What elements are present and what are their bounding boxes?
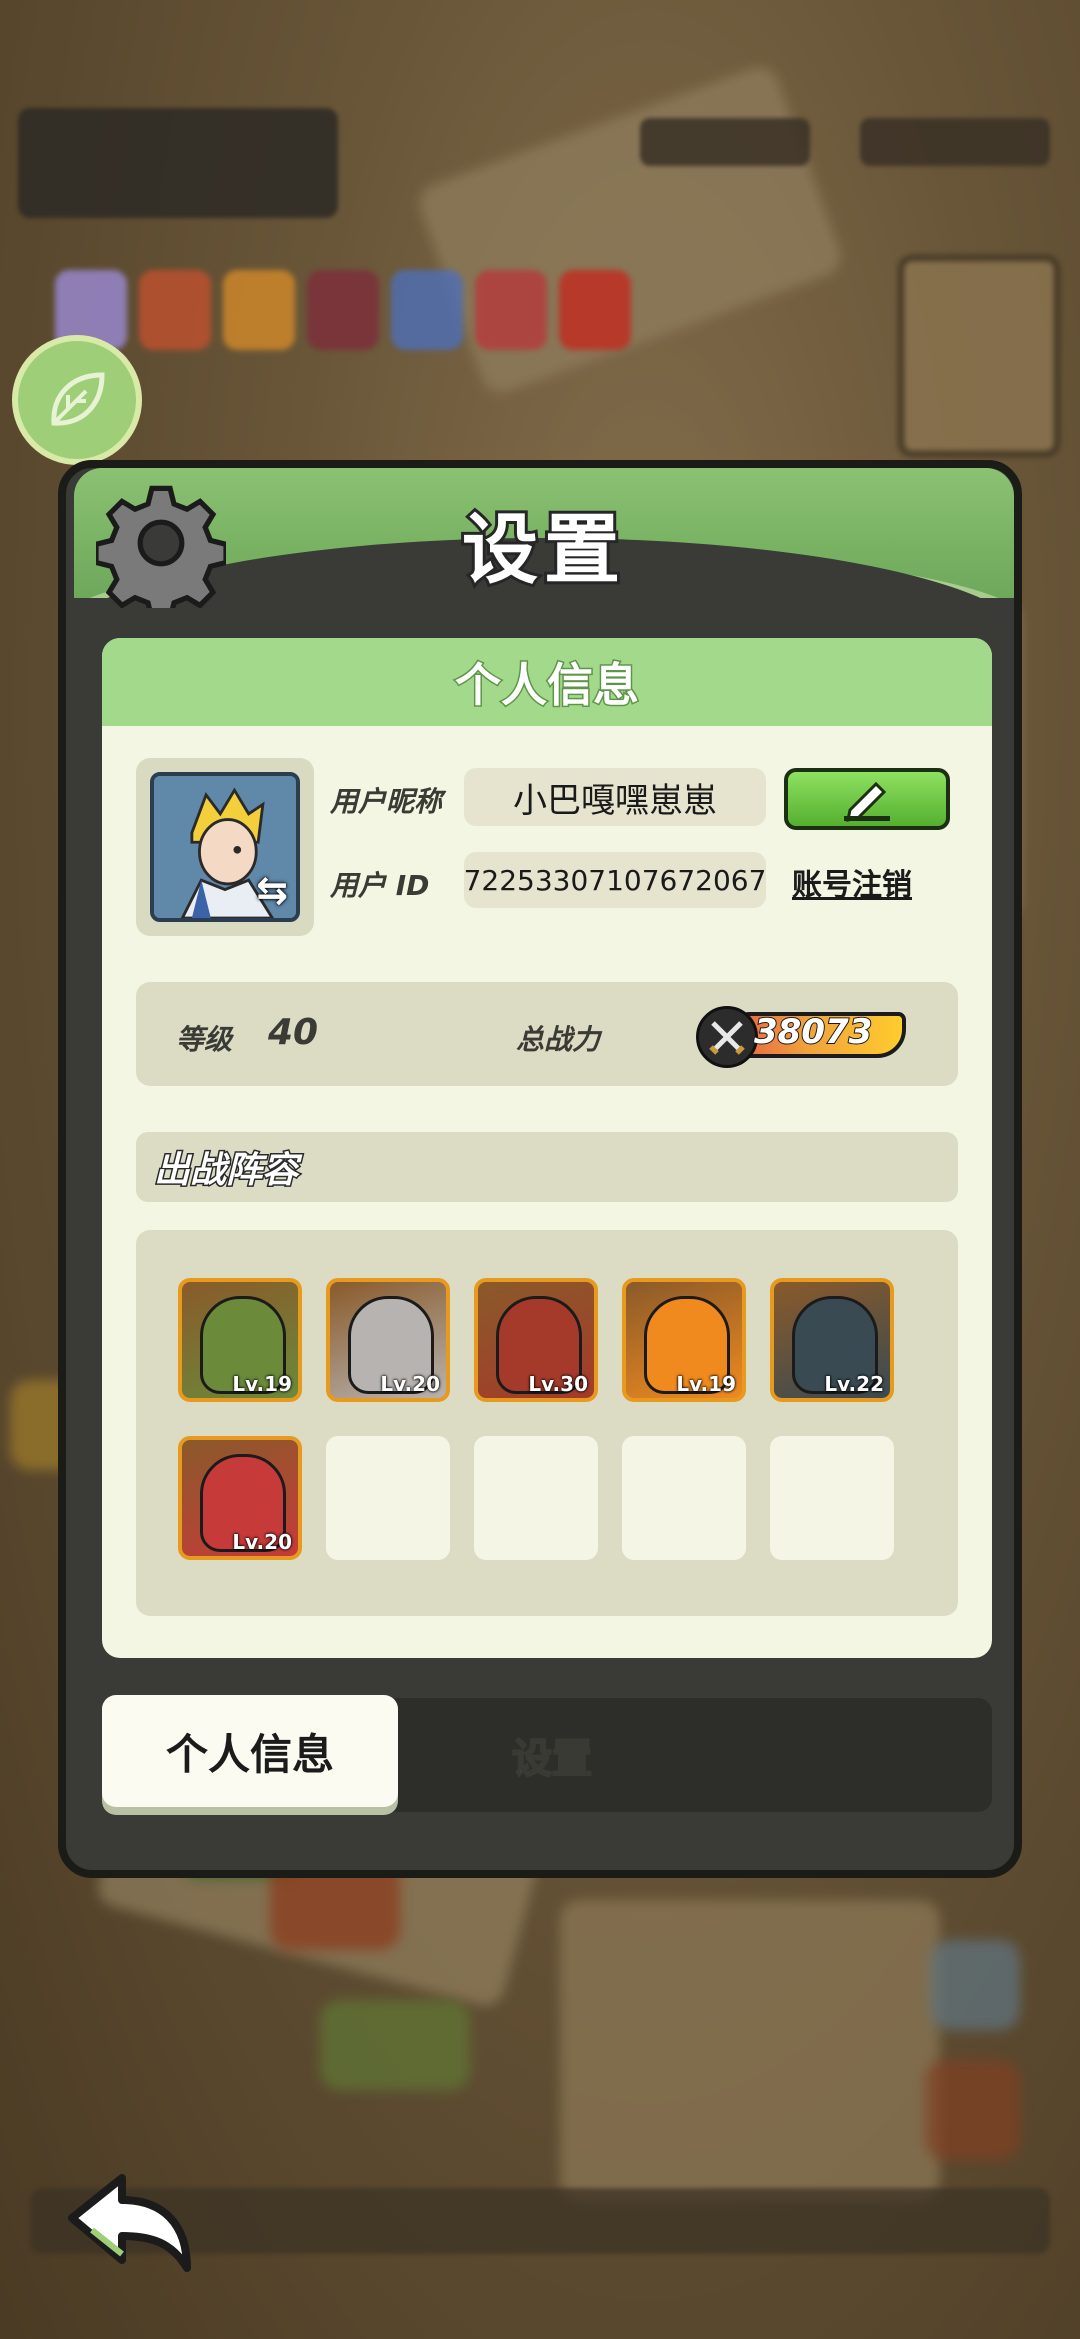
hero-slot[interactable]: Lv.20 bbox=[326, 1278, 450, 1402]
minimap-blurred bbox=[898, 255, 1060, 457]
tab-profile-info[interactable]: 个人信息 bbox=[102, 1695, 398, 1807]
gear-icon bbox=[96, 485, 226, 608]
empty-hero-slot[interactable] bbox=[622, 1436, 746, 1560]
lineup-grid: Lv.19 Lv.20 Lv.30 Lv.19 Lv.22 Lv.20 bbox=[136, 1230, 958, 1616]
settings-panel: 设置 个人信息 ⇆ 用户昵称 小巴嘎嘿崽崽 用户 ID 722533071076… bbox=[58, 460, 1022, 1878]
hero-slot[interactable]: Lv.20 bbox=[178, 1436, 302, 1560]
avatar[interactable]: ⇆ bbox=[150, 772, 300, 922]
pencil-icon bbox=[844, 781, 890, 822]
hero-level: Lv.19 bbox=[676, 1372, 736, 1396]
swap-icon: ⇆ bbox=[256, 868, 288, 912]
lineup-title-bar: 出战阵容 bbox=[136, 1132, 958, 1202]
leaf-button[interactable] bbox=[12, 335, 142, 465]
back-arrow-icon[interactable] bbox=[52, 2168, 202, 2288]
empty-hero-slot[interactable] bbox=[770, 1436, 894, 1560]
nickname-field: 小巴嘎嘿崽崽 bbox=[464, 768, 766, 826]
feature-icons-blurred bbox=[55, 270, 631, 350]
hero-level: Lv.20 bbox=[380, 1372, 440, 1396]
section-header: 个人信息 bbox=[102, 638, 992, 726]
stats-row: 等级 40 总战力 38073 bbox=[136, 982, 958, 1086]
hero-slot[interactable]: Lv.19 bbox=[622, 1278, 746, 1402]
level-label: 等级 bbox=[176, 1023, 233, 1056]
tab-profile-info-label: 个人信息 bbox=[165, 1729, 334, 1779]
tab-settings[interactable]: 设置 bbox=[422, 1698, 682, 1812]
player-card-blurred bbox=[18, 108, 338, 218]
deregister-account-link[interactable]: 账号注销 bbox=[792, 860, 912, 904]
hero-level: Lv.19 bbox=[232, 1372, 292, 1396]
tab-bar: 个人信息 设置 bbox=[102, 1695, 992, 1812]
power-label: 总战力 bbox=[516, 1023, 601, 1056]
power-value: 38073 bbox=[753, 1011, 873, 1053]
crossed-swords-icon bbox=[696, 1006, 758, 1068]
hero-slot[interactable]: Lv.30 bbox=[474, 1278, 598, 1402]
edit-nickname-button[interactable] bbox=[784, 768, 950, 830]
user-id-field: 72253307107672067 bbox=[464, 852, 766, 908]
tab-settings-label: 设置 bbox=[511, 1735, 593, 1783]
hero-slot[interactable]: Lv.19 bbox=[178, 1278, 302, 1402]
empty-hero-slot[interactable] bbox=[474, 1436, 598, 1560]
section-header-label: 个人信息 bbox=[454, 657, 641, 714]
gem-resource-blurred bbox=[640, 118, 810, 166]
empty-hero-slot[interactable] bbox=[326, 1436, 450, 1560]
hero-level: Lv.20 bbox=[232, 1530, 292, 1554]
lineup-title: 出战阵容 bbox=[152, 1149, 299, 1193]
level-value: 40 bbox=[268, 1012, 319, 1053]
hero-level: Lv.22 bbox=[824, 1372, 884, 1396]
avatar-frame[interactable]: ⇆ bbox=[136, 758, 314, 936]
hero-level: Lv.30 bbox=[528, 1372, 588, 1396]
power-badge: 38073 bbox=[696, 1002, 926, 1068]
nickname-label: 用户昵称 bbox=[330, 785, 443, 818]
gold-resource-blurred bbox=[860, 118, 1050, 166]
hero-slot[interactable]: Lv.22 bbox=[770, 1278, 894, 1402]
leaf-icon bbox=[51, 372, 105, 426]
user-id-label: 用户 ID bbox=[330, 869, 430, 902]
content-card: 个人信息 ⇆ 用户昵称 小巴嘎嘿崽崽 用户 ID 722533071076720… bbox=[102, 638, 992, 1658]
